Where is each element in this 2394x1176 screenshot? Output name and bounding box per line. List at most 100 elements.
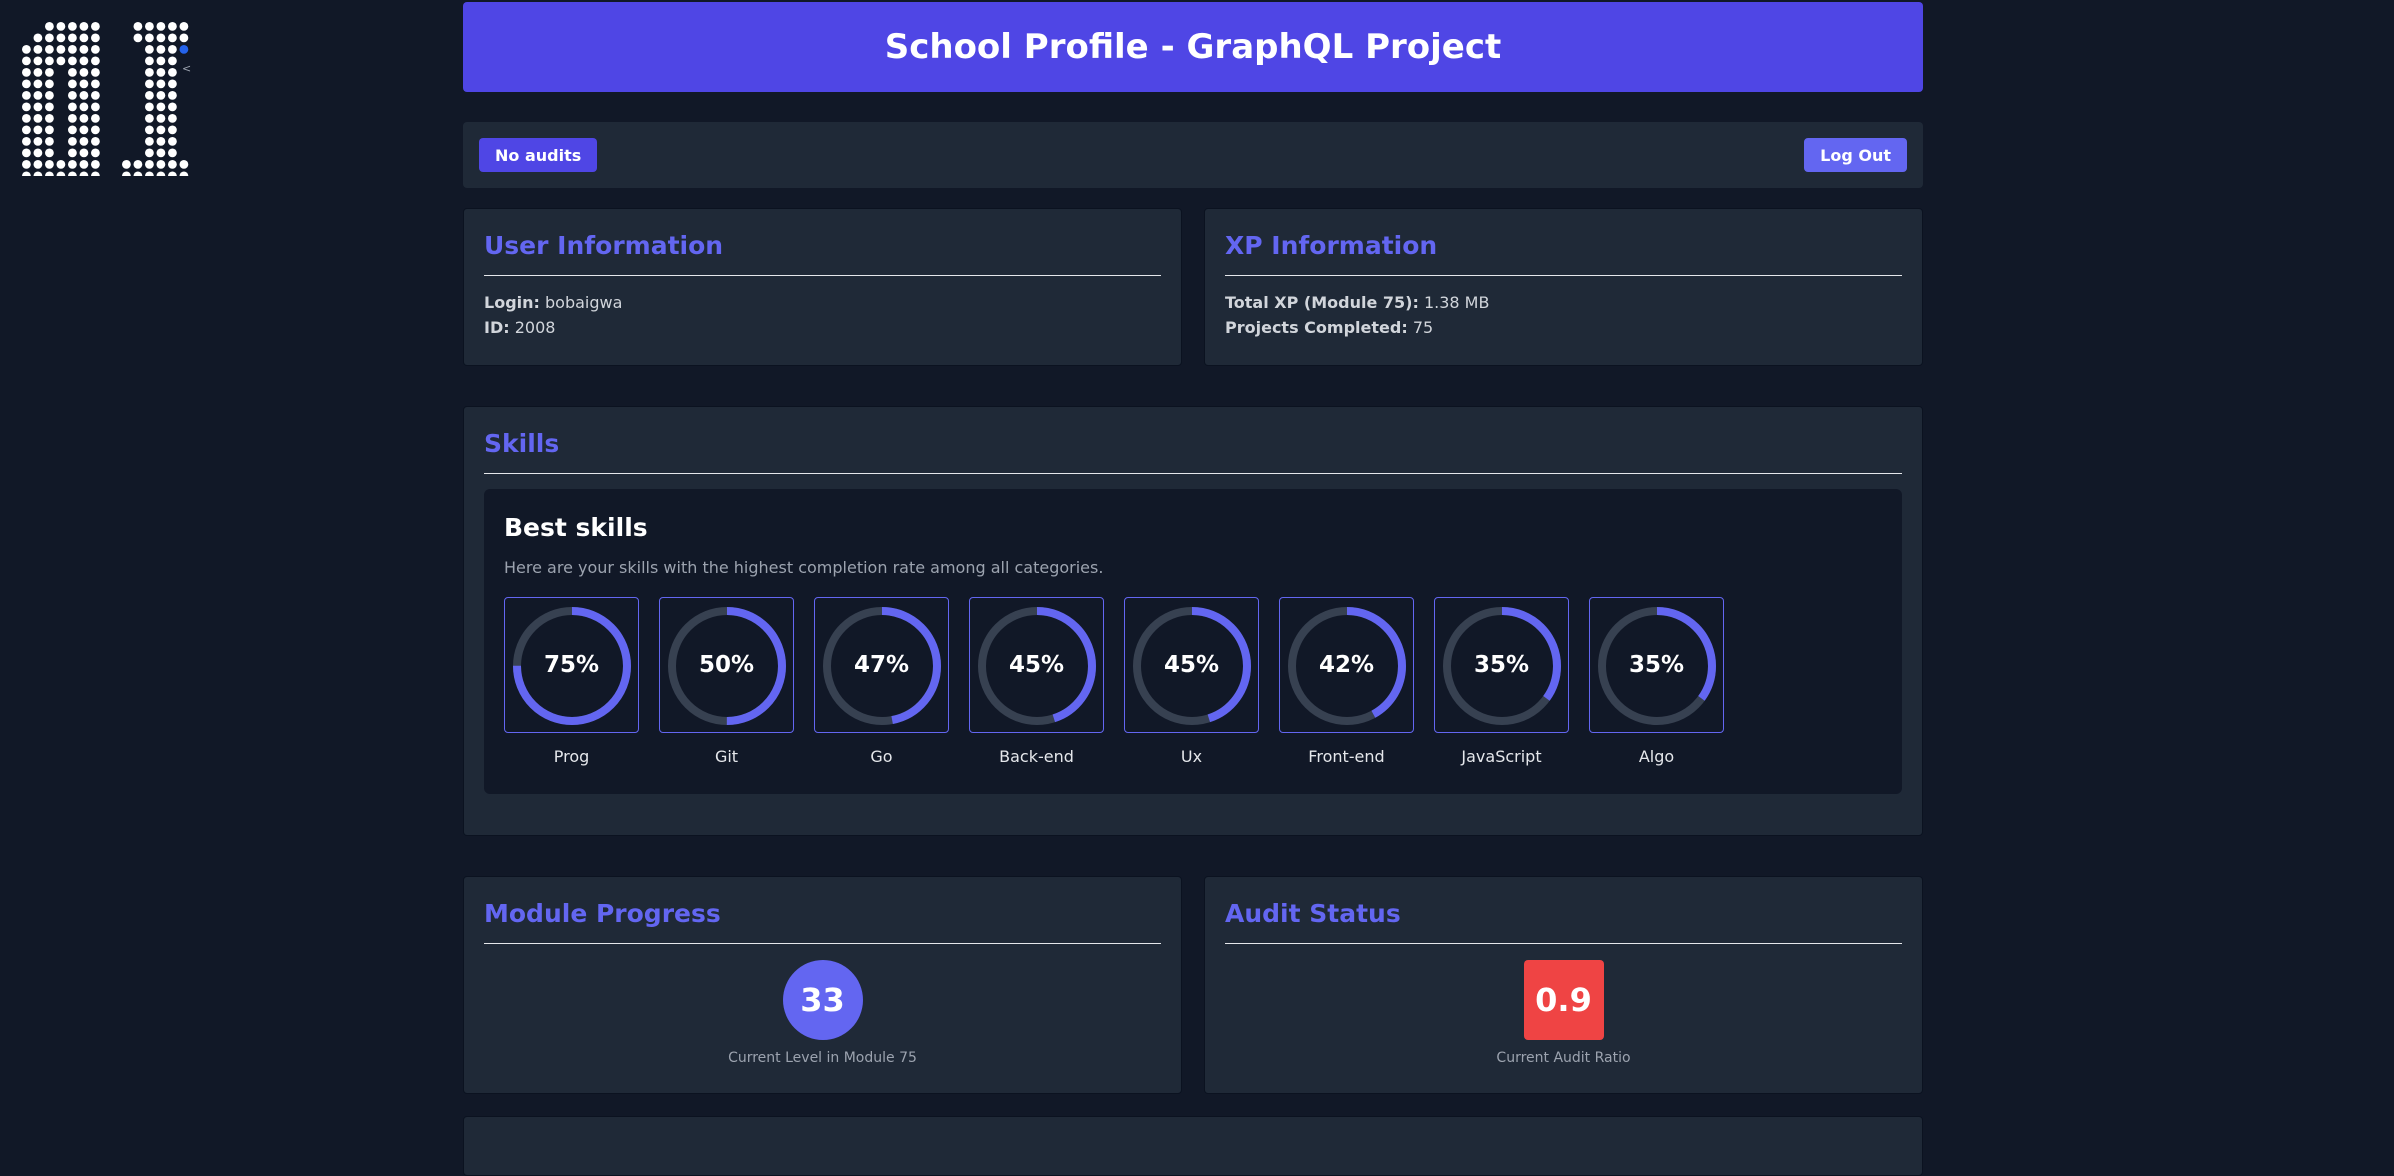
logo-dot	[79, 56, 89, 66]
xp-info-title: XP Information	[1225, 231, 1902, 276]
logo-dot	[145, 125, 154, 135]
logo-dot	[22, 137, 31, 146]
logo-dot	[22, 148, 31, 158]
skill-ring-box: 35%	[1589, 597, 1724, 733]
logo-dot	[22, 125, 31, 135]
logo-dot	[91, 102, 100, 112]
skill-ring-box: 50%	[659, 597, 794, 733]
logo-dot	[91, 45, 100, 54]
logo-dot	[45, 56, 54, 66]
logo-dot	[68, 160, 77, 169]
login-line: Login: bobaigwa	[484, 293, 1161, 312]
logo-dot	[168, 91, 177, 100]
logo-dot	[68, 114, 77, 123]
skill-item: 50% Git	[659, 597, 794, 766]
skill-item: 45% Ux	[1124, 597, 1259, 766]
total-xp-line: Total XP (Module 75): 1.38 MB	[1225, 293, 1902, 312]
skill-item: 47% Go	[814, 597, 949, 766]
logo-dot	[68, 56, 77, 66]
logo-dot	[33, 171, 43, 176]
logo-dot	[156, 160, 166, 169]
skill-percent: 45%	[1163, 652, 1220, 678]
page: School Profile - GraphQL Project No audi…	[463, 2, 1923, 1176]
logo-dot	[145, 91, 154, 100]
logo-dot	[168, 68, 177, 77]
skill-list: 75% Prog 50% Git 47% Go 45% Back-end 45% Ux 42% Fro…	[504, 597, 1882, 766]
logo-dot	[68, 68, 77, 77]
skill-name: Prog	[553, 747, 590, 766]
logo-dot	[91, 68, 100, 77]
logo-dot	[145, 160, 154, 169]
skill-ring-box: 47%	[814, 597, 949, 733]
logo-dot	[33, 114, 43, 123]
logo-dot	[56, 56, 66, 66]
skill-percent: 75%	[543, 652, 600, 678]
logo-dot	[179, 171, 189, 176]
logo-dot	[145, 171, 154, 176]
logo-dot	[145, 102, 154, 112]
logo-dot	[79, 68, 89, 77]
logo-dot	[145, 137, 154, 146]
logo-dot	[22, 56, 31, 66]
logo-dot	[168, 160, 177, 169]
logo-dot	[45, 148, 54, 158]
toolbar: No audits Log Out	[463, 122, 1923, 188]
skill-item: 45% Back-end	[969, 597, 1104, 766]
projects-label: Projects Completed:	[1225, 318, 1408, 337]
login-value: bobaigwa	[545, 293, 623, 312]
logo-dot	[168, 148, 177, 158]
skill-name: Go	[870, 747, 893, 766]
logo-dot	[79, 33, 89, 43]
school-01-logo	[22, 22, 189, 176]
logo-dot	[156, 33, 166, 43]
no-audits-button[interactable]: No audits	[479, 138, 598, 172]
id-label: ID:	[484, 318, 510, 337]
logo-dot	[68, 148, 77, 158]
logout-button[interactable]: Log Out	[1804, 138, 1907, 172]
logo-dot	[45, 114, 54, 123]
skill-name: Algo	[1638, 747, 1675, 766]
user-info-title: User Information	[484, 231, 1161, 276]
logo-dot	[91, 160, 100, 169]
logo-dot	[22, 68, 31, 77]
logo-dot	[91, 137, 100, 146]
skill-ring-box: 42%	[1279, 597, 1414, 733]
logo-dot	[145, 33, 154, 43]
logo-dot	[179, 22, 189, 31]
logo-dot	[156, 125, 166, 135]
logo-dot	[179, 33, 189, 43]
user-info-card: User Information Login: bobaigwa ID: 200…	[463, 208, 1182, 366]
skill-ring-box: 45%	[969, 597, 1104, 733]
logo-dot	[91, 114, 100, 123]
logo-dot	[168, 33, 177, 43]
logo-dot	[168, 137, 177, 146]
logo-dot	[122, 160, 131, 169]
logo-dot	[33, 33, 43, 43]
logo-dot	[156, 68, 166, 77]
logo-dot	[45, 33, 54, 43]
best-skills-title: Best skills	[504, 513, 648, 542]
logo-dot	[156, 102, 166, 112]
logo-dot	[79, 114, 89, 123]
logo-dot	[79, 137, 89, 146]
logo-dot	[22, 171, 31, 176]
logo-dot	[33, 56, 43, 66]
module-progress-card: Module Progress 33 Current Level in Modu…	[463, 876, 1182, 1094]
logo-dot	[68, 171, 77, 176]
logo-dot	[45, 125, 54, 135]
skill-percent: 35%	[1473, 652, 1530, 678]
logo-dot	[133, 160, 143, 169]
skill-percent: 50%	[698, 652, 755, 678]
logo-dot	[156, 148, 166, 158]
logo-dot	[68, 137, 77, 146]
logo-dot	[45, 91, 54, 100]
logo-dot	[91, 33, 100, 43]
logo-dot	[145, 68, 154, 77]
skill-percent: 45%	[1008, 652, 1065, 678]
best-skills-panel: Best skills Here are your skills with th…	[484, 489, 1902, 794]
logo-dot	[79, 125, 89, 135]
logo-dot	[91, 171, 100, 176]
logo-dot	[133, 33, 143, 43]
skill-name: Git	[714, 747, 739, 766]
logo-dot	[91, 56, 100, 66]
